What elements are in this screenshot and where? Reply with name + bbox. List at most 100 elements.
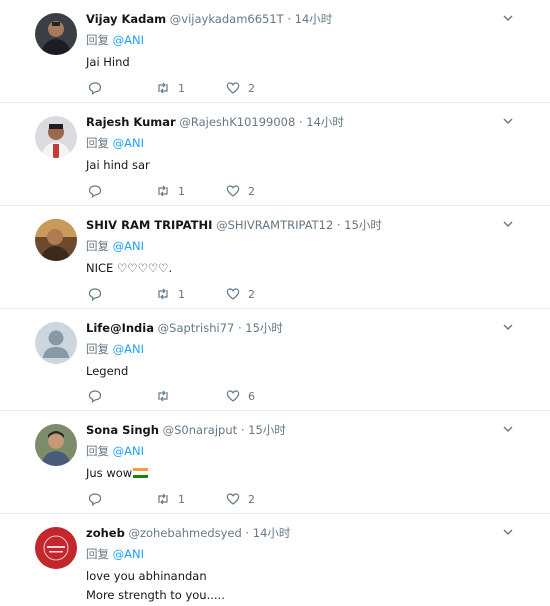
display-name[interactable]: Sona Singh [86,423,159,437]
reply-context: 回复 @ANI [86,443,144,459]
retweet-button[interactable]: 1 [156,286,185,302]
tweet-text: Jai Hind [86,55,130,69]
like-count: 2 [248,492,255,506]
like-count: 2 [248,287,255,301]
timestamp[interactable]: 15小时 [344,218,382,232]
tweet-text: NICE ♡♡♡♡♡. [86,261,173,275]
tweet-card[interactable]: Sona Singh @S0narajput · 15小时 回复 @ANI Ju… [0,411,550,514]
user-handle[interactable]: @Saptrishi77 [158,321,235,335]
chevron-down-icon[interactable] [502,12,514,24]
heart-icon [226,185,240,197]
tweet-text: love you abhinandan [86,569,207,583]
retweet-icon [158,82,168,94]
user-handle[interactable]: @zohebahmedsyed [128,526,241,540]
tweet-card[interactable]: SHIV RAM TRIPATHI @SHIVRAMTRIPAT12 · 15小… [0,206,550,309]
chevron-down-icon[interactable] [502,321,514,333]
like-button[interactable]: 2 [226,491,255,507]
display-name[interactable]: SHIV RAM TRIPATHI [86,218,212,232]
retweet-icon [158,390,168,402]
avatar[interactable] [35,13,77,55]
timestamp[interactable]: 15小时 [248,423,286,437]
user-handle[interactable]: @vijaykadam6651T [170,12,284,26]
tweet-actions: 1 2 [88,286,288,302]
reply-context: 回复 @ANI [86,546,144,562]
reply-context: 回复 @ANI [86,135,144,151]
retweet-count: 1 [178,287,185,301]
tweet-actions: 1 2 [88,183,288,199]
timestamp[interactable]: 14小时 [306,115,344,129]
reply-icon [88,288,102,301]
reply-label: 回复 [86,33,109,47]
tweet-actions: 1 2 [88,80,288,96]
heart-icon [226,390,240,402]
timestamp[interactable]: 14小时 [295,12,333,26]
chevron-down-icon[interactable] [502,423,514,435]
like-button[interactable]: 2 [226,286,255,302]
separator-dot: · [298,115,303,129]
retweet-count: 1 [178,184,185,198]
display-name[interactable]: Life@India [86,321,154,335]
timestamp[interactable]: 15小时 [245,321,283,335]
user-handle[interactable]: @SHIVRAMTRIPAT12 [216,218,333,232]
heart-icon [226,82,240,94]
tweet-text: Jai hind sar [86,158,150,172]
mention-link[interactable]: @ANI [113,547,144,561]
avatar[interactable] [35,424,77,466]
avatar[interactable] [35,219,77,261]
reply-context: 回复 @ANI [86,341,144,357]
retweet-button[interactable]: 1 [156,491,185,507]
retweet-button[interactable]: 1 [156,80,185,96]
timestamp[interactable]: 14小时 [253,526,291,540]
reply-button[interactable] [88,80,102,96]
tweet-card[interactable]: zoheb @zohebahmedsyed · 14小时 回复 @ANI lov… [0,514,550,606]
chevron-down-icon[interactable] [502,115,514,127]
mention-link[interactable]: @ANI [113,342,144,356]
india-flag-icon [133,468,149,478]
tweet-header: Life@India @Saptrishi77 · 15小时 [86,320,283,336]
retweet-count: 1 [178,81,185,95]
retweet-button[interactable] [156,388,178,404]
reply-button[interactable] [88,183,102,199]
tweet-header: Vijay Kadam @vijaykadam6651T · 14小时 [86,11,332,27]
separator-dot: · [336,218,341,232]
tweet-text-container: Jus wow [86,464,149,483]
tweet-header: Rajesh Kumar @RajeshK10199008 · 14小时 [86,114,344,130]
tweet-header: Sona Singh @S0narajput · 15小时 [86,422,286,438]
display-name[interactable]: Vijay Kadam [86,12,166,26]
mention-link[interactable]: @ANI [113,33,144,47]
reply-button[interactable] [88,286,102,302]
like-button[interactable]: 6 [226,388,255,404]
reply-context: 回复 @ANI [86,32,144,48]
retweet-button[interactable]: 1 [156,183,185,199]
retweet-icon [158,185,168,197]
display-name[interactable]: zoheb [86,526,125,540]
user-handle[interactable]: @S0narajput [163,423,238,437]
reply-button[interactable] [88,388,102,404]
separator-dot: · [240,423,245,437]
like-count: 6 [248,389,255,403]
reply-icon [88,185,102,198]
mention-link[interactable]: @ANI [113,136,144,150]
retweet-icon [158,288,168,300]
like-count: 2 [248,81,255,95]
display-name[interactable]: Rajesh Kumar [86,115,176,129]
tweet-text-line-2: More strength to you..... [86,588,225,602]
mention-link[interactable]: @ANI [113,444,144,458]
mention-link[interactable]: @ANI [113,239,144,253]
tweet-card[interactable]: Vijay Kadam @vijaykadam6651T · 14小时 回复 @… [0,0,550,103]
tweet-card[interactable]: Life@India @Saptrishi77 · 15小时 回复 @ANI L… [0,309,550,411]
like-button[interactable]: 2 [226,183,255,199]
chevron-down-icon[interactable] [502,218,514,230]
avatar[interactable] [35,322,77,364]
like-button[interactable]: 2 [226,80,255,96]
retweet-icon [158,493,168,505]
avatar[interactable] [35,116,77,158]
tweet-actions: 6 [88,388,288,404]
retweet-count: 1 [178,492,185,506]
reply-button[interactable] [88,491,102,507]
avatar[interactable] [35,527,77,569]
chevron-down-icon[interactable] [502,526,514,538]
user-handle[interactable]: @RajeshK10199008 [179,115,295,129]
tweet-card[interactable]: Rajesh Kumar @RajeshK10199008 · 14小时 回复 … [0,103,550,206]
reply-icon [88,82,102,95]
